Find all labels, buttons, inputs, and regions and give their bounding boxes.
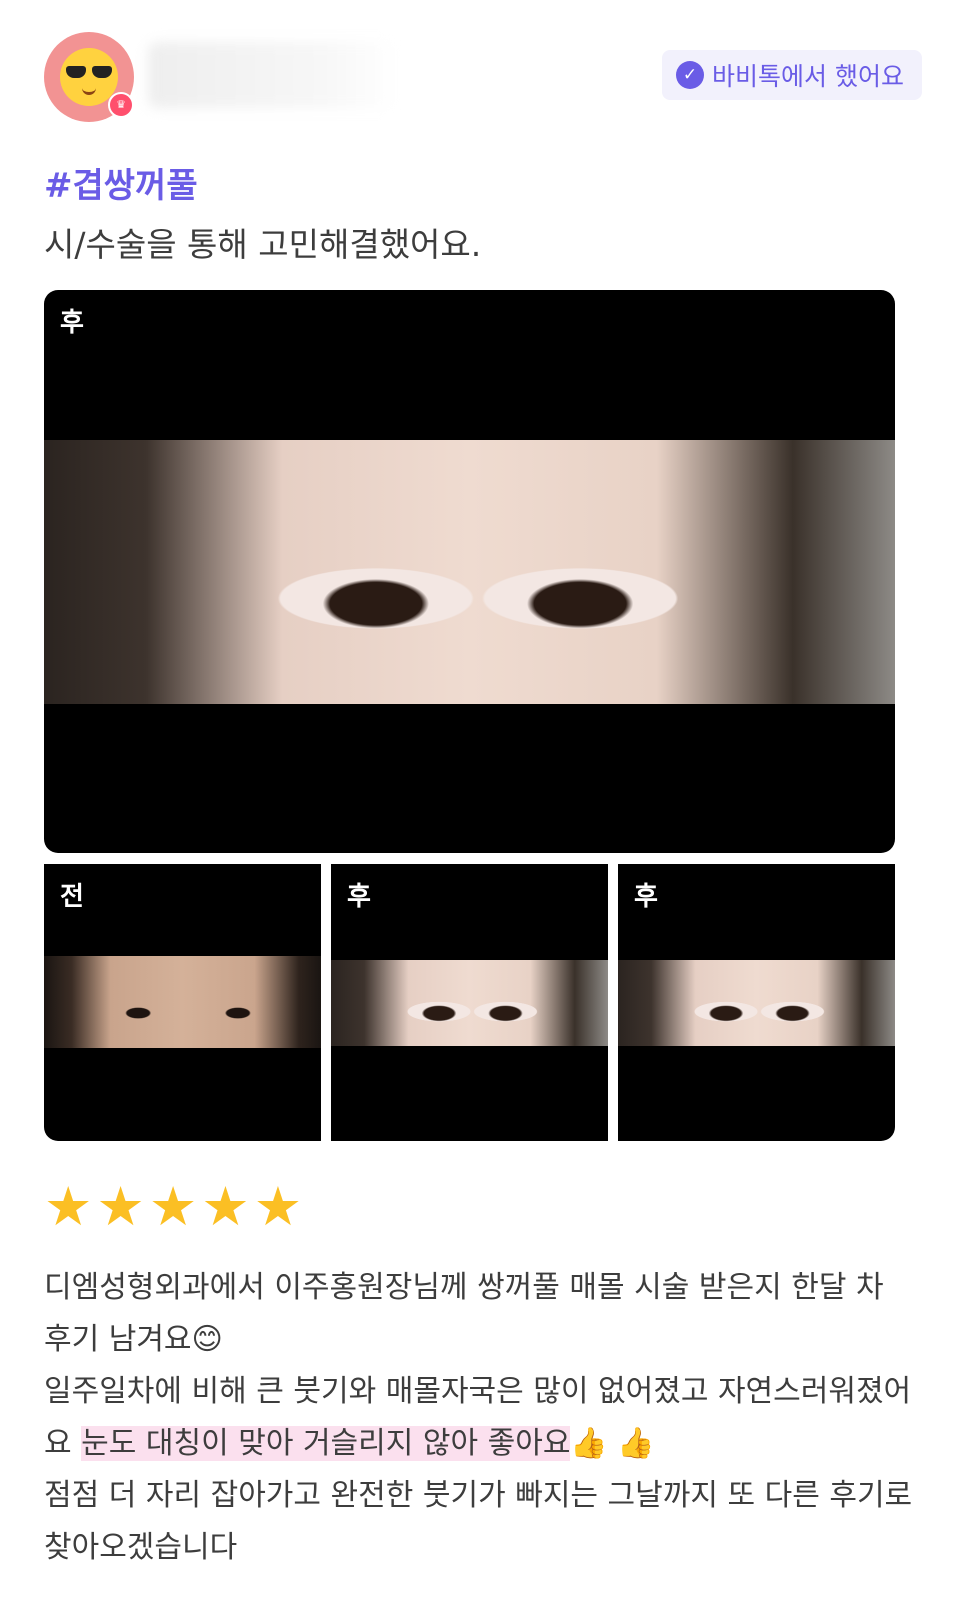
photo-tag: 전 — [60, 882, 84, 912]
verified-badge: ✓ 바비톡에서 했어요 — [662, 50, 922, 100]
photo-tag: 후 — [60, 308, 84, 338]
review-subtitle: 시/수술을 통해 고민해결했어요. — [44, 225, 482, 264]
thumbnail-photo[interactable]: 전 — [44, 864, 321, 1141]
user-avatar[interactable]: ♛ — [44, 32, 134, 122]
thumbnail-photo[interactable]: 후 — [618, 864, 895, 1141]
eyes-image — [331, 960, 608, 1046]
main-photo[interactable]: 후 — [44, 290, 895, 853]
eyes-image — [44, 956, 321, 1048]
review-body: 디엠성형외과에서 이주홍원장님께 쌍꺼풀 매몰 시술 받은지 한달 차 후기 남… — [44, 1262, 914, 1574]
star-icon: ★ — [44, 1175, 93, 1238]
highlighted-text: 눈도 대칭이 맞아 거슬리지 않아 좋아요 — [81, 1426, 571, 1461]
eyes-image — [618, 960, 895, 1046]
photo-tag: 후 — [347, 882, 371, 912]
star-icon: ★ — [148, 1175, 198, 1238]
smile-emoji-icon: 😊 — [191, 1322, 223, 1357]
verified-label: 바비톡에서 했어요 — [712, 62, 904, 91]
star-rating: ★ ★ ★ ★ ★ — [44, 1180, 302, 1234]
photo-tag: 후 — [634, 882, 658, 912]
review-header: ♛ ✓ 바비톡에서 했어요 — [44, 30, 922, 122]
crown-icon: ♛ — [108, 92, 134, 118]
star-icon: ★ — [96, 1175, 145, 1238]
review-text: 점점 더 자리 잡아가고 완전한 붓기가 빠지는 그날까지 또 다른 후기로 찾… — [44, 1478, 913, 1565]
star-icon: ★ — [201, 1175, 250, 1238]
eyes-image — [44, 440, 895, 704]
thumbnail-photo[interactable]: 후 — [331, 864, 608, 1141]
thumbs-up-emoji-icon: 👍 👍 — [570, 1426, 655, 1461]
procedure-hashtag[interactable]: #겹쌍꺼풀 — [44, 158, 198, 207]
check-badge-icon: ✓ — [676, 61, 705, 89]
star-icon: ★ — [253, 1175, 303, 1238]
username-blurred[interactable] — [148, 42, 398, 108]
review-text: 디엠성형외과에서 이주홍원장님께 쌍꺼풀 매몰 시술 받은지 한달 차 후기 남… — [44, 1270, 884, 1357]
